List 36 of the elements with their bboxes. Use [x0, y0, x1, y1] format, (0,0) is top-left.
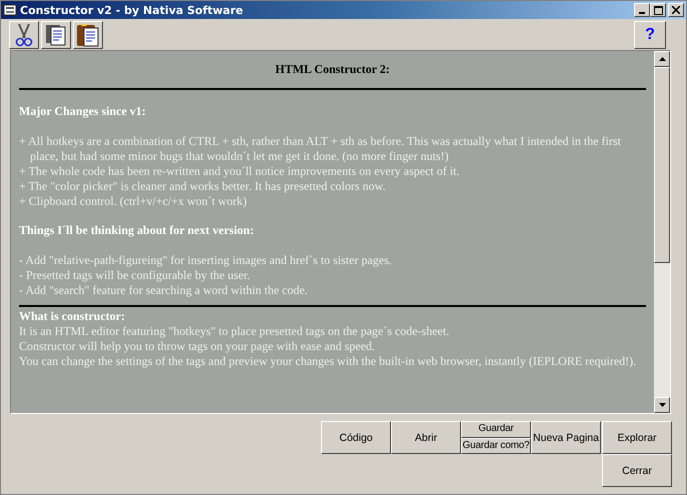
paragraph: You can change the settings of the tags and preview your changes with the built-in web browser, instantly (IEPLORE required!). [19, 354, 638, 369]
scroll-thumb[interactable] [654, 67, 670, 263]
maximize-icon [654, 6, 662, 14]
scissors-icon[interactable] [9, 21, 39, 49]
help-button[interactable]: ? [634, 21, 666, 49]
paragraph: - Presetted tags will be configurable by the user. [19, 268, 251, 283]
paragraph: + The "color picker" is cleaner and works better. It has presetted colors now. [19, 179, 386, 194]
close-button[interactable] [668, 3, 684, 17]
paragraph: - Add "search" feature for searching a word within the code. [19, 283, 309, 298]
maximize-button[interactable] [650, 3, 666, 17]
scroll-down-icon[interactable] [654, 397, 670, 413]
toolbar-button[interactable]: Código [321, 421, 391, 454]
toolbar-button[interactable]: Guardar como? [461, 438, 531, 454]
toolbar-button[interactable]: Guardar [461, 421, 531, 438]
window-title: Constructor v2 - by Nativa Software [20, 4, 244, 16]
toolbar-button[interactable]: Cerrar [602, 454, 672, 487]
minimize-button[interactable] [634, 3, 650, 17]
paragraph: + All hotkeys are a combination of CTRL + sth, rather than ALT + sth as before. This was actually what I intended in the first place, but had some minor bugs that wouldn´t let me get it done. (no more finger nuts!) [19, 134, 622, 164]
clipboard-icon[interactable] [73, 21, 103, 49]
toolbar-button[interactable]: Explorar [602, 421, 672, 454]
paragraph: It is an HTML editor featuring "hotkeys" to place presetted tags on the page´s code-sheet. [19, 324, 450, 339]
paragraph: + The whole code has been re-written and you´ll notice improvements on every aspect of it. [19, 164, 460, 179]
scroll-up-icon[interactable] [654, 51, 670, 67]
document-icon[interactable] [41, 21, 71, 49]
section-heading: Major Changes since v1: [19, 104, 147, 119]
document-title: HTML Constructor 2: [274, 62, 391, 77]
paragraph: Constructor will help you to throw tags on your page with ease and speed. [19, 339, 376, 354]
paragraph: - Add "relative-path-figureing" for inserting images and href´s to sister pages. [19, 253, 393, 268]
scroll-bar[interactable] [654, 51, 670, 413]
toolbar-button[interactable]: Abrir [391, 421, 461, 454]
toolbar-button[interactable]: Nueva Pagina [531, 421, 601, 454]
section-heading: What is constructor: [19, 309, 126, 324]
close-icon [672, 6, 680, 14]
app-icon [3, 3, 17, 17]
paragraph: + Clipboard control. (ctrl+v/+c/+x won´t work) [19, 194, 248, 209]
section-heading: Things I´ll be thinking about for next version: [19, 223, 255, 238]
